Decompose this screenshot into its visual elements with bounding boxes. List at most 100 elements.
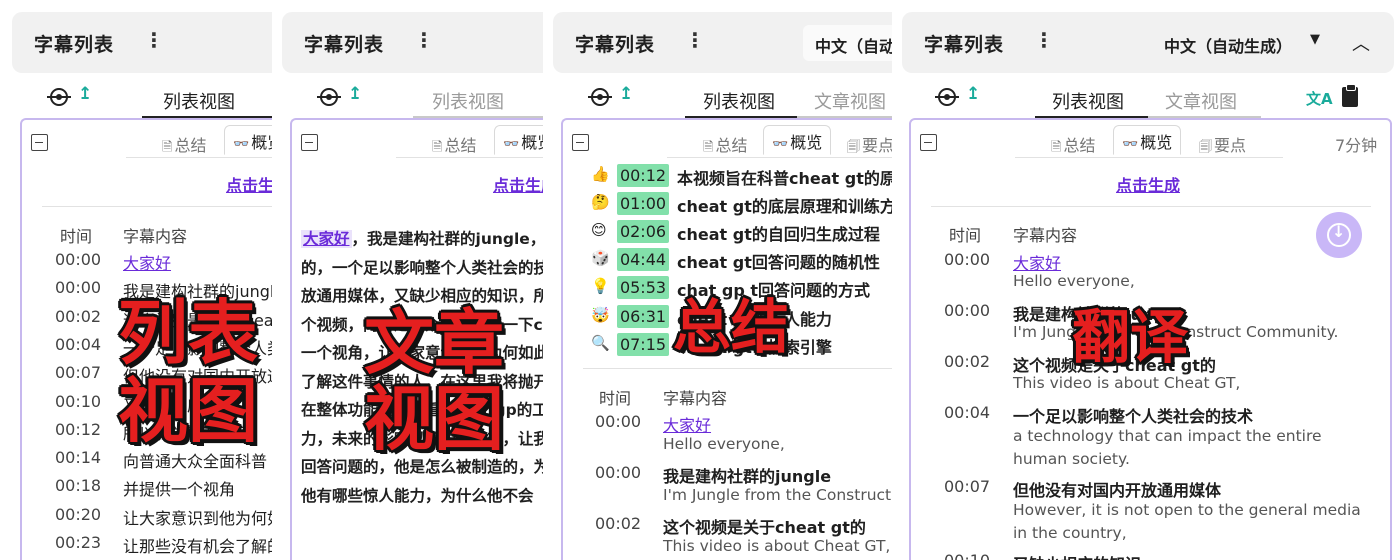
- auto-scroll-icon[interactable]: ↥: [619, 84, 633, 104]
- chevron-up-icon[interactable]: ︿: [1352, 30, 1370, 56]
- row-time[interactable]: 00:18: [55, 476, 101, 495]
- row-time[interactable]: 00:10: [944, 551, 990, 560]
- overlay-line: 视图: [118, 370, 258, 452]
- toolbar: ↥ 列表视图 文章视图 文A: [902, 78, 1394, 119]
- collapse-icon[interactable]: [572, 134, 589, 151]
- summary-timestamp[interactable]: 00:12: [617, 164, 669, 187]
- row-time[interactable]: 00:00: [595, 463, 641, 482]
- row-time[interactable]: 00:07: [55, 363, 101, 382]
- locate-icon[interactable]: [588, 88, 612, 106]
- more-vertical-icon[interactable]: ⋮: [1034, 30, 1054, 50]
- row-time[interactable]: 00:10: [55, 392, 101, 411]
- tab-overview[interactable]: 👓概览: [224, 125, 272, 155]
- generate-link[interactable]: 点击生成: [493, 172, 543, 196]
- collapse-icon[interactable]: [31, 134, 48, 151]
- summary-emoji: 👍: [591, 165, 610, 183]
- row-text: 让那些没有机会了解的人: [123, 537, 272, 556]
- row-text: 但他没有对国内开放通用媒体: [1013, 481, 1222, 500]
- row-time[interactable]: 00:02: [595, 514, 641, 533]
- locate-icon[interactable]: [935, 88, 959, 106]
- summary-text: 本视频旨在科普cheat gt的原理: [677, 169, 892, 188]
- summary-text: cheat gt回答问题的随机性: [677, 253, 880, 273]
- row-time[interactable]: 00:12: [55, 420, 101, 439]
- tab-article-view[interactable]: 文章视图: [1165, 88, 1237, 114]
- row-time[interactable]: 00:04: [55, 335, 101, 354]
- content-header: 字幕内容: [663, 389, 728, 408]
- collapse-icon[interactable]: [301, 134, 318, 151]
- tab-list-view[interactable]: 列表视图: [703, 88, 775, 114]
- time-header: 时间: [949, 226, 982, 245]
- row-time[interactable]: 00:07: [944, 477, 990, 496]
- summary-timestamp[interactable]: 02:06: [617, 220, 669, 244]
- auto-scroll-icon[interactable]: ↥: [348, 84, 362, 104]
- segment-baseline: [667, 157, 892, 158]
- more-vertical-icon[interactable]: ⋮: [685, 30, 705, 50]
- video-duration: 7分钟: [1335, 136, 1378, 155]
- row-time[interactable]: 00:04: [944, 403, 990, 422]
- toolbar: ↥ 列表视图: [12, 78, 272, 119]
- overlay-line: 视图: [364, 378, 504, 460]
- tab-article-view[interactable]: 文章视图: [814, 88, 886, 114]
- panel-header: 字幕列表 ⋮: [282, 12, 543, 73]
- row-time[interactable]: 00:00: [595, 412, 641, 431]
- tab-summary-label: 总结: [715, 136, 748, 155]
- article-link[interactable]: 大家好: [301, 230, 352, 248]
- segment-baseline: [1015, 157, 1283, 158]
- row-text[interactable]: 大家好: [123, 250, 171, 274]
- segment-baseline: [126, 157, 272, 158]
- row-time[interactable]: 00:00: [55, 278, 101, 297]
- auto-scroll-icon[interactable]: ↥: [78, 84, 92, 104]
- notes-icon: 🗐: [847, 140, 860, 155]
- tab-overview-label: 概览: [521, 133, 543, 152]
- locate-icon[interactable]: [317, 88, 341, 106]
- translate-icon[interactable]: 文A: [1306, 88, 1333, 109]
- tab-list-view[interactable]: 列表视图: [163, 88, 235, 114]
- row-text[interactable]: 大家好: [1013, 250, 1061, 274]
- divider: [42, 206, 272, 207]
- divider: [931, 206, 1371, 207]
- row-time[interactable]: 00:00: [944, 250, 990, 269]
- row-text[interactable]: 大家好: [663, 412, 711, 436]
- binoculars-icon: 👓: [1122, 137, 1139, 152]
- clipboard-icon[interactable]: [1342, 84, 1358, 107]
- tab-overview[interactable]: 👓概览: [1113, 125, 1182, 155]
- panel-title: 字幕列表: [575, 34, 656, 56]
- locate-icon[interactable]: [47, 88, 71, 106]
- row-time[interactable]: 00:14: [55, 448, 101, 467]
- row-time[interactable]: 00:00: [55, 250, 101, 269]
- caret-down-icon[interactable]: ▼: [1310, 32, 1320, 47]
- generate-link[interactable]: 点击生成: [226, 172, 272, 196]
- row-time[interactable]: 00:20: [55, 505, 101, 524]
- summary-emoji: 😊: [591, 221, 607, 240]
- summary-emoji: 🤔: [591, 193, 610, 212]
- row-time[interactable]: 00:02: [944, 352, 990, 371]
- download-button[interactable]: [1316, 212, 1362, 258]
- auto-scroll-icon[interactable]: ↥: [966, 84, 980, 104]
- summary-timestamp[interactable]: 07:15: [617, 332, 669, 356]
- time-header: 时间: [599, 389, 632, 408]
- binoculars-icon: 👓: [772, 137, 789, 152]
- more-vertical-icon[interactable]: ⋮: [144, 30, 164, 50]
- row-time[interactable]: 00:00: [944, 301, 990, 320]
- overlay-line: 总结: [673, 293, 790, 361]
- overlay-caption: 总结: [673, 298, 789, 356]
- language-select[interactable]: 中文（自动生成）: [1164, 33, 1292, 57]
- more-vertical-icon[interactable]: ⋮: [414, 30, 434, 50]
- tab-article-view[interactable]: 列表视图: [432, 88, 504, 114]
- summary-timestamp[interactable]: 01:00: [617, 192, 669, 216]
- tab-overview[interactable]: 👓概览: [494, 125, 543, 155]
- tab-list-view[interactable]: 列表视图: [1052, 88, 1124, 114]
- summary-timestamp[interactable]: 04:44: [617, 248, 669, 272]
- collapse-icon[interactable]: [920, 134, 937, 151]
- row-time[interactable]: 00:23: [55, 533, 101, 552]
- summary-timestamp[interactable]: 06:31: [617, 304, 669, 328]
- generate-link[interactable]: 点击生成: [1116, 172, 1180, 196]
- panel-translation: 字幕列表 ⋮ 中文（自动生成） ▼ ︿ ↥ 列表视图 文章视图 文A 🗎 总结 👓…: [902, 12, 1394, 560]
- summary-timestamp[interactable]: 05:53: [617, 276, 669, 300]
- tab-overview[interactable]: 👓概览: [763, 125, 832, 155]
- document-icon: 🗎: [162, 140, 173, 155]
- panel-header: 字幕列表 ⋮ 中文（自动生成） ▼ ︿: [902, 12, 1394, 73]
- row-time[interactable]: 00:02: [55, 307, 101, 326]
- row-text: 让大家意识到他为何如此重要: [123, 508, 272, 528]
- summary-emoji: 💡: [591, 277, 610, 296]
